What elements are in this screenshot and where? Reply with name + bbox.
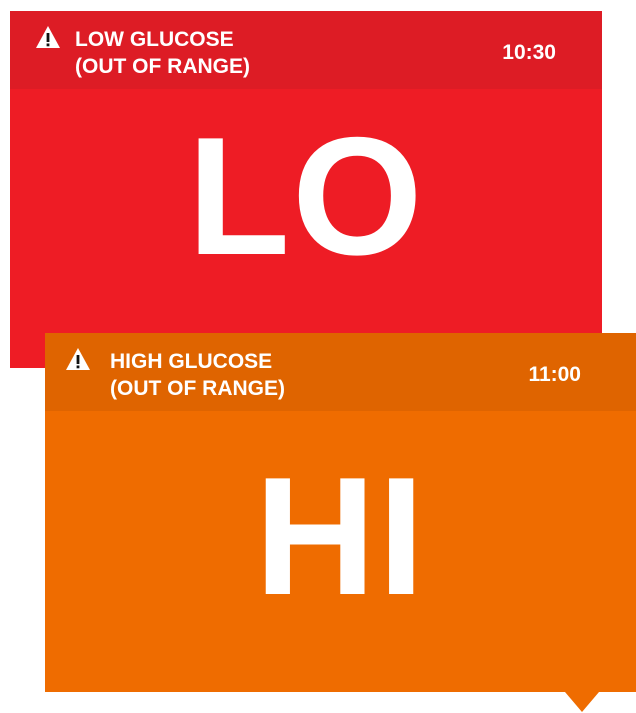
alert-time: 11:00 xyxy=(528,363,581,386)
alert-title-line-2: (OUT OF RANGE) xyxy=(110,377,285,400)
high-glucose-alert-title: HIGH GLUCOSE (OUT OF RANGE) xyxy=(110,348,285,402)
high-glucose-alert-header: HIGH GLUCOSE (OUT OF RANGE) 11:00 xyxy=(45,333,636,411)
warning-triangle-icon xyxy=(66,348,90,370)
glucose-reading-value: LO xyxy=(187,102,425,290)
alert-title-line-1: HIGH GLUCOSE xyxy=(110,350,273,373)
high-glucose-alert-card: HIGH GLUCOSE (OUT OF RANGE) 11:00 HI xyxy=(45,333,636,692)
alert-title-line-1: LOW GLUCOSE xyxy=(75,28,234,51)
alert-title-line-2: (OUT OF RANGE) xyxy=(75,55,250,78)
warning-triangle-icon xyxy=(36,26,60,48)
low-glucose-alert-title: LOW GLUCOSE (OUT OF RANGE) xyxy=(75,26,250,80)
callout-pointer xyxy=(565,692,599,712)
alert-time: 10:30 xyxy=(502,41,556,64)
glucose-reading-value: HI xyxy=(254,442,427,630)
low-glucose-alert-header: LOW GLUCOSE (OUT OF RANGE) 10:30 xyxy=(10,11,602,89)
low-glucose-alert-card: LOW GLUCOSE (OUT OF RANGE) 10:30 LO xyxy=(10,11,602,368)
